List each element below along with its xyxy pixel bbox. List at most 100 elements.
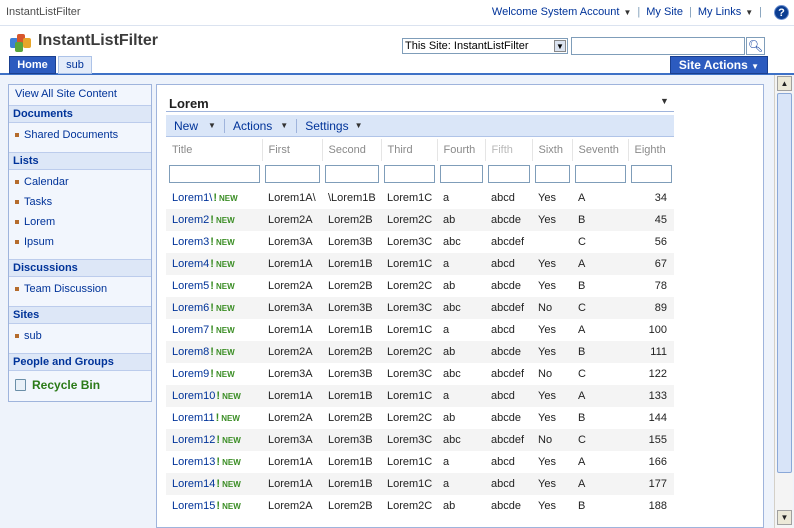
tab-home[interactable]: Home [9,56,56,74]
item-title-link[interactable]: Lorem10 [172,390,215,402]
table-cell[interactable]: Lorem15! NEW [166,495,262,517]
table-cell[interactable]: Lorem14! NEW [166,473,262,495]
scroll-down-icon[interactable]: ▼ [777,510,792,525]
column-header[interactable]: Seventh [571,139,628,161]
filter-input[interactable] [384,165,435,183]
recycle-bin-link[interactable]: Recycle Bin [15,378,100,392]
sidebar-item-ipsum[interactable]: Ipsum [15,236,54,248]
table-cell[interactable]: Lorem11! NEW [166,407,262,429]
search-scope-value: This Site: InstantListFilter [405,40,529,52]
vertical-scrollbar[interactable]: ▲ ▼ [774,75,793,528]
scroll-up-icon[interactable]: ▲ [777,76,792,91]
item-title-link[interactable]: Lorem5 [172,280,209,292]
filter-input[interactable] [575,165,626,183]
divider: | [637,6,641,18]
column-header[interactable]: Title [166,139,262,161]
column-header[interactable]: Fifth [484,139,532,161]
table-cell: abcd [491,324,515,336]
item-title-link[interactable]: Lorem12 [172,434,215,446]
table-cell[interactable]: Lorem12! NEW [166,429,262,451]
table-cell: B [578,412,586,424]
item-title-link[interactable]: Lorem14 [172,478,215,490]
column-header[interactable]: First [261,139,322,161]
table-cell: abc [437,429,485,451]
table-cell: ab [443,412,456,424]
search-scope-select[interactable]: This Site: InstantListFilter ▼ [402,38,568,54]
sidebar-header-documents[interactable]: Documents [9,105,151,123]
item-title-link[interactable]: Lorem6 [172,302,209,314]
sidebar-item-calendar[interactable]: Calendar [15,176,69,188]
filter-input[interactable] [440,165,483,183]
column-header[interactable]: Eighth [627,139,674,161]
item-title-link[interactable]: Lorem13 [172,456,215,468]
new-item-exclamation-icon: ! [213,192,218,204]
table-cell: abcdef [485,297,532,319]
column-header[interactable]: Third [380,139,437,161]
chevron-down-icon: ▼ [208,121,216,130]
help-icon[interactable]: ? [774,5,789,20]
site-actions-button[interactable]: Site Actions ▼ [670,56,768,74]
table-cell[interactable]: Lorem5! NEW [166,275,262,297]
column-header[interactable]: Fourth [436,139,485,161]
filter-input[interactable] [325,165,379,183]
bullet-icon [15,287,19,291]
item-title-link[interactable]: Lorem8 [172,346,209,358]
item-title-link[interactable]: Lorem4 [172,258,209,270]
table-cell[interactable]: Lorem4! NEW [166,253,262,275]
settings-menu-button[interactable]: Settings ▼ [297,119,370,133]
search-icon[interactable]: 🔍︎ [746,37,765,55]
table-cell[interactable]: Lorem10! NEW [166,385,262,407]
sidebar-item-sub[interactable]: sub [15,330,42,342]
webpart-menu-icon[interactable]: ▼ [660,96,669,106]
webpart-title[interactable]: Lorem [169,96,209,111]
search-input[interactable] [571,37,745,55]
filter-input[interactable] [169,165,260,183]
item-title-link[interactable]: Lorem3 [172,236,209,248]
table-cell: abcdef [491,368,525,380]
item-title-link[interactable]: Lorem2 [172,214,209,226]
item-title-link[interactable]: Lorem11 [172,412,215,424]
column-header[interactable]: Second [321,139,381,161]
site-title[interactable]: InstantListFilter [38,32,158,50]
column-header[interactable]: Sixth [531,139,572,161]
sidebar-header-sites[interactable]: Sites [9,306,151,324]
table-cell: a [443,192,450,204]
scrollbar-thumb[interactable] [777,93,792,473]
table-cell[interactable]: Lorem8! NEW [166,341,262,363]
actions-menu-button[interactable]: Actions ▼ [225,119,296,133]
table-cell[interactable]: Lorem6! NEW [166,297,262,319]
welcome-menu[interactable]: Welcome System Account ▼ [492,6,632,18]
filter-input[interactable] [265,165,320,183]
filter-input[interactable] [535,165,570,183]
chevron-down-icon[interactable]: ▼ [554,40,566,52]
new-badge: NEW [215,216,235,225]
item-title-link[interactable]: Lorem1\ [172,192,212,204]
sidebar-header-discussions[interactable]: Discussions [9,259,151,277]
sidebar-header-people-and-groups[interactable]: People and Groups [9,353,151,371]
sidebar-item-team-discussion[interactable]: Team Discussion [15,283,107,295]
table-cell: C [572,297,628,319]
sidebar-item-lorem[interactable]: Lorem [15,216,55,228]
top-links: Welcome System Account ▼ | My Site | My L… [492,6,768,18]
table-cell[interactable]: Lorem7! NEW [166,319,262,341]
sidebar-item-tasks[interactable]: Tasks [15,196,52,208]
sidebar-item-shared-documents[interactable]: Shared Documents [15,129,118,141]
filter-input[interactable] [488,165,530,183]
my-site-link[interactable]: My Site [646,6,683,18]
table-cell[interactable]: Lorem1\! NEW [166,187,262,209]
my-links-menu[interactable]: My Links ▼ [698,6,753,18]
table-cell[interactable]: Lorem13! NEW [166,451,262,473]
new-menu-button[interactable]: New ▼ [166,119,224,133]
table-cell[interactable]: Lorem9! NEW [166,363,262,385]
breadcrumb-site[interactable]: InstantListFilter [6,6,81,18]
table-cell[interactable]: Lorem2! NEW [166,209,262,231]
view-all-site-content-link[interactable]: View All Site Content [15,88,117,100]
item-title-link[interactable]: Lorem7 [172,324,209,336]
sidebar-header-lists[interactable]: Lists [9,152,151,170]
table-cell[interactable]: Lorem3! NEW [166,231,262,253]
item-title-link[interactable]: Lorem15 [172,500,215,512]
new-item-exclamation-icon: ! [210,324,214,336]
filter-input[interactable] [631,165,672,183]
tab-sub[interactable]: sub [58,56,92,74]
item-title-link[interactable]: Lorem9 [172,368,209,380]
